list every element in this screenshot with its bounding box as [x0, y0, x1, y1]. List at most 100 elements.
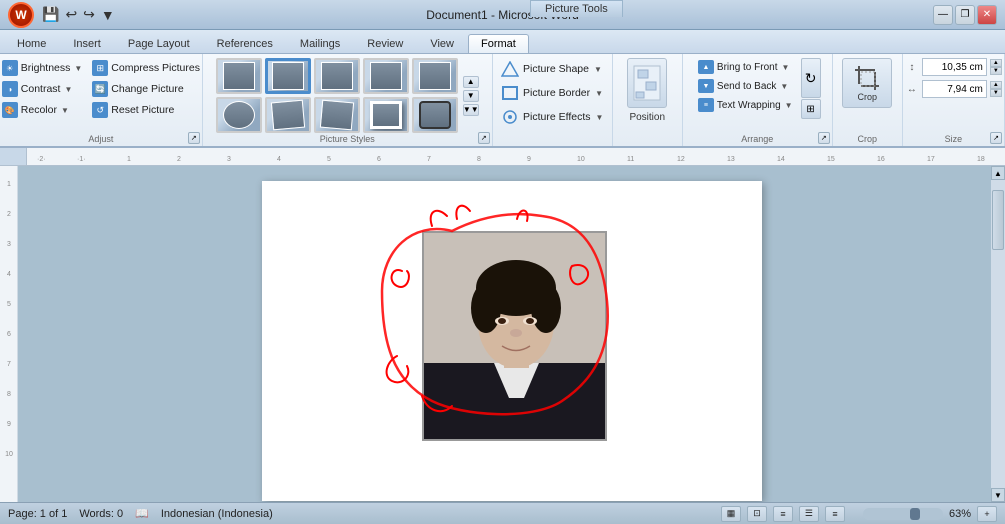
reset-picture-icon: ↺ — [92, 102, 108, 118]
scroll-thumb[interactable] — [992, 190, 1004, 250]
svg-text:8: 8 — [7, 391, 11, 398]
tab-insert[interactable]: Insert — [60, 34, 114, 53]
ribbon-group-adjust: ☀ Brightness ▼ ◑ Contrast ▼ 🎨 Recolor ▼ … — [0, 54, 203, 146]
minimize-button[interactable]: — — [933, 5, 953, 25]
svg-text:7: 7 — [7, 361, 11, 368]
svg-text:·2·: ·2· — [37, 156, 46, 163]
change-picture-button[interactable]: 🔄 Change Picture — [88, 79, 204, 99]
svg-text:7: 7 — [427, 156, 431, 163]
scroll-up-button[interactable]: ▲ — [991, 166, 1005, 180]
reset-picture-button[interactable]: ↺ Reset Picture — [88, 100, 204, 120]
arrange-group-expand[interactable]: ↗ — [818, 132, 830, 144]
office-button[interactable]: W — [8, 2, 34, 28]
svg-text:8: 8 — [477, 156, 481, 163]
redo-button[interactable]: ↪ — [81, 4, 97, 25]
outline-button[interactable]: ☰ — [799, 506, 819, 522]
zoom-slider[interactable] — [863, 508, 943, 520]
undo-button[interactable]: ↩ — [63, 4, 79, 25]
draft-button[interactable]: ≡ — [825, 506, 845, 522]
height-input[interactable] — [922, 58, 987, 76]
size-group-expand[interactable]: ↗ — [990, 132, 1002, 144]
arrange-right-buttons: ↻ ⊞ — [801, 58, 821, 119]
tab-mailings[interactable]: Mailings — [287, 34, 353, 53]
photo-svg — [424, 233, 607, 441]
ribbon-group-size: ↕ ▲ ▼ ↔ ▲ ▼ Size ↗ — [903, 54, 1005, 146]
style-thumb-2[interactable] — [265, 58, 311, 94]
position-button[interactable] — [627, 58, 667, 108]
scroll-more-arrow[interactable]: ▼▼ — [463, 104, 479, 116]
tab-references[interactable]: References — [204, 34, 286, 53]
language-status[interactable]: Indonesian (Indonesia) — [161, 508, 273, 520]
svg-text:12: 12 — [677, 156, 685, 163]
height-spin-down[interactable]: ▼ — [990, 67, 1002, 75]
zoom-thumb[interactable] — [910, 508, 920, 520]
scroll-down-button[interactable]: ▼ — [991, 488, 1005, 502]
size-inputs: ↕ ▲ ▼ ↔ ▲ ▼ — [905, 58, 1002, 112]
full-screen-button[interactable]: ⊡ — [747, 506, 767, 522]
quick-access-toolbar: 💾 ↩ ↪ ▼ — [40, 4, 117, 25]
width-spin-up[interactable]: ▲ — [990, 81, 1002, 89]
web-layout-button[interactable]: ≡ — [773, 506, 793, 522]
document-area: 1 2 3 4 5 6 7 8 9 10 — [0, 166, 1005, 502]
style-thumb-3[interactable] — [314, 58, 360, 94]
align-button[interactable]: ⊞ — [801, 99, 821, 119]
photo-container[interactable] — [422, 231, 607, 441]
zoom-in-button[interactable]: + — [977, 506, 997, 522]
print-layout-button[interactable]: ▦ — [721, 506, 741, 522]
arrange-left-buttons: ▲ Bring to Front ▼ ▼ Send to Back ▼ ≡ Te… — [694, 58, 797, 119]
crop-button[interactable]: Format Crop — [842, 58, 892, 108]
picture-border-button[interactable]: Picture Border ▼ — [495, 82, 609, 104]
width-input[interactable] — [922, 80, 987, 98]
tab-page-layout[interactable]: Page Layout — [115, 34, 203, 53]
style-thumb-1[interactable] — [216, 58, 262, 94]
style-thumb-8[interactable] — [314, 97, 360, 133]
crop-icon — [853, 64, 881, 92]
style-thumb-7[interactable] — [265, 97, 311, 133]
style-thumb-9[interactable] — [363, 97, 409, 133]
document-scroll-area[interactable]: ▲ ▼ — [18, 166, 1005, 502]
scroll-down-arrow[interactable]: ▼ — [463, 90, 479, 102]
svg-text:9: 9 — [7, 421, 11, 428]
compress-pictures-button[interactable]: ⊞ Compress Pictures — [88, 58, 204, 78]
rotate-button[interactable]: ↻ — [801, 58, 821, 98]
ribbon-group-picture-styles: ▲ ▼ ▼▼ Picture Styles ↗ — [203, 54, 493, 146]
svg-text:18: 18 — [977, 156, 985, 163]
tab-format[interactable]: Format — [468, 34, 529, 53]
style-thumb-10[interactable] — [412, 97, 458, 133]
save-button[interactable]: 💾 — [40, 4, 61, 25]
tab-view[interactable]: View — [417, 34, 467, 53]
adjust-group-expand[interactable]: ↗ — [188, 132, 200, 144]
styles-group-expand[interactable]: ↗ — [478, 132, 490, 144]
maximize-button[interactable]: ❐ — [955, 5, 975, 25]
style-thumb-6[interactable] — [216, 97, 262, 133]
position-label: Position — [629, 112, 665, 123]
width-icon: ↔ — [905, 82, 919, 96]
send-to-back-button[interactable]: ▼ Send to Back ▼ — [694, 77, 797, 95]
scroll-track[interactable] — [991, 180, 1005, 488]
svg-text:2: 2 — [177, 156, 181, 163]
picture-effects-button[interactable]: Picture Effects ▼ — [495, 106, 609, 128]
bring-to-front-button[interactable]: ▲ Bring to Front ▼ — [694, 58, 797, 76]
brightness-button[interactable]: ☀ Brightness ▼ — [0, 58, 86, 78]
spell-check-icon[interactable]: 📖 — [135, 507, 149, 520]
tab-review[interactable]: Review — [354, 34, 416, 53]
width-spin-down[interactable]: ▼ — [990, 89, 1002, 97]
text-wrapping-button[interactable]: ≡ Text Wrapping ▼ — [694, 96, 797, 114]
height-spin-up[interactable]: ▲ — [990, 59, 1002, 67]
close-button[interactable]: ✕ — [977, 5, 997, 25]
brightness-icon: ☀ — [2, 60, 18, 76]
picture-styles-group-label: Picture Styles — [203, 134, 492, 144]
picture-shape-button[interactable]: Picture Shape ▼ — [495, 58, 609, 80]
style-thumb-4[interactable] — [363, 58, 409, 94]
tab-home[interactable]: Home — [4, 34, 59, 53]
contrast-button[interactable]: ◑ Contrast ▼ — [0, 79, 86, 99]
customize-qab-button[interactable]: ▼ — [99, 5, 117, 25]
scroll-up-arrow[interactable]: ▲ — [463, 76, 479, 88]
style-thumb-5[interactable] — [412, 58, 458, 94]
svg-text:3: 3 — [7, 241, 11, 248]
recolor-dropdown-arrow: ▼ — [61, 106, 69, 115]
width-input-row: ↔ ▲ ▼ — [905, 80, 1002, 98]
recolor-button[interactable]: 🎨 Recolor ▼ — [0, 100, 86, 120]
svg-text:5: 5 — [7, 301, 11, 308]
svg-text:15: 15 — [827, 156, 835, 163]
